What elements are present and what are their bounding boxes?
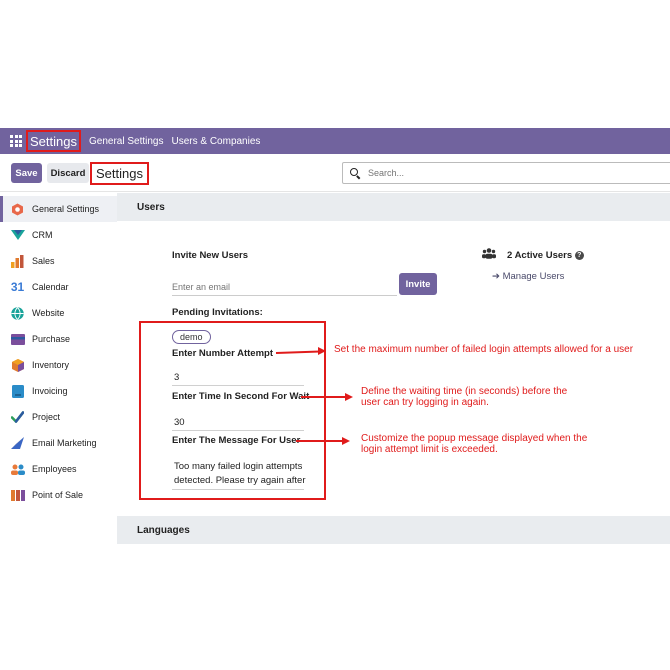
sidebar-item-label: General Settings bbox=[32, 204, 100, 214]
invoicing-icon bbox=[10, 384, 25, 398]
attempt-field-underline bbox=[172, 385, 304, 386]
sidebar-item-label: Invoicing bbox=[32, 386, 68, 396]
sidebar-item-label: Inventory bbox=[32, 360, 70, 370]
crm-icon bbox=[10, 229, 25, 242]
section-heading-languages: Languages bbox=[117, 516, 670, 544]
message-label: Enter The Message For User bbox=[172, 435, 301, 446]
wait-field-underline bbox=[172, 430, 304, 431]
sidebar-item-label: Employees bbox=[32, 464, 77, 474]
employees-icon bbox=[10, 463, 25, 476]
sidebar-item-label: Purchase bbox=[32, 334, 71, 344]
search-box[interactable] bbox=[342, 162, 670, 184]
annotation-arrowhead-attempt bbox=[318, 347, 326, 355]
project-icon bbox=[10, 411, 25, 424]
sidebar-item-label: Sales bbox=[32, 256, 55, 266]
sidebar-item-invoicing[interactable]: Invoicing bbox=[0, 378, 117, 404]
sidebar-item-purchase[interactable]: Purchase bbox=[0, 326, 117, 352]
sidebar-item-crm[interactable]: CRM bbox=[0, 222, 117, 248]
users-icon bbox=[482, 248, 496, 259]
sidebar-item-project[interactable]: Project bbox=[0, 404, 117, 430]
sidebar-item-label: Project bbox=[32, 412, 61, 422]
apps-menu-icon[interactable] bbox=[10, 135, 22, 147]
invite-button[interactable]: Invite bbox=[399, 273, 437, 295]
sidebar-item-employees[interactable]: Employees bbox=[0, 456, 117, 482]
settings-sidebar: General Settings CRM Sales 31 Calendar W… bbox=[0, 193, 117, 543]
help-icon[interactable]: ? bbox=[574, 250, 584, 260]
sidebar-item-sales[interactable]: Sales bbox=[0, 248, 117, 274]
section-heading-users: Users bbox=[117, 193, 670, 221]
sidebar-item-label: Point of Sale bbox=[32, 490, 84, 500]
sidebar-item-point-of-sale[interactable]: Point of Sale bbox=[0, 482, 117, 508]
attempt-value[interactable]: 3 bbox=[174, 372, 179, 383]
settings-main: Users Invite New Users Invite Pending In… bbox=[117, 193, 670, 544]
invite-email-input[interactable] bbox=[172, 278, 397, 296]
message-value-line2[interactable]: detected. Please try again after bbox=[174, 475, 306, 486]
wait-time-label: Enter Time In Second For Wait bbox=[172, 391, 310, 402]
top-navbar: Settings General Settings Users & Compan… bbox=[0, 128, 670, 154]
sidebar-item-inventory[interactable]: Inventory bbox=[0, 352, 117, 378]
wait-time-value[interactable]: 30 bbox=[174, 417, 185, 428]
breadcrumb: Settings bbox=[90, 162, 149, 185]
app-title[interactable]: Settings bbox=[26, 130, 81, 152]
point-of-sale-icon bbox=[10, 489, 25, 502]
sidebar-item-label: CRM bbox=[32, 230, 53, 240]
annotation-arrowhead-message bbox=[342, 437, 350, 445]
manage-users-link[interactable]: ➔ Manage Users bbox=[492, 271, 564, 282]
sidebar-item-website[interactable]: Website bbox=[0, 300, 117, 326]
calendar-icon: 31 bbox=[10, 280, 25, 294]
control-panel: Save Discard Settings bbox=[0, 154, 670, 192]
website-icon bbox=[10, 306, 25, 320]
sidebar-item-label: Calendar bbox=[32, 282, 69, 292]
annotation-message: Customize the popup message displayed wh… bbox=[361, 433, 588, 455]
annotation-wait: Define the waiting time (in seconds) bef… bbox=[361, 386, 568, 408]
email-marketing-icon bbox=[10, 437, 25, 450]
active-users-count[interactable]: 2 Active Users ? bbox=[507, 250, 584, 261]
save-button[interactable]: Save bbox=[11, 163, 42, 183]
arrow-right-icon: ➔ bbox=[492, 271, 500, 282]
search-icon bbox=[350, 168, 360, 178]
message-value-line1[interactable]: Too many failed login attempts bbox=[174, 461, 302, 472]
purchase-icon bbox=[10, 333, 25, 346]
pending-invitations-label: Pending Invitations: bbox=[172, 307, 263, 318]
sidebar-item-email-marketing[interactable]: Email Marketing bbox=[0, 430, 117, 456]
annotation-arrowhead-wait bbox=[345, 393, 353, 401]
inventory-icon bbox=[10, 358, 25, 372]
sidebar-item-general-settings[interactable]: General Settings bbox=[0, 196, 117, 222]
attempt-label: Enter Number Attempt bbox=[172, 348, 273, 359]
message-field-underline bbox=[172, 489, 304, 490]
annotation-attempt: Set the maximum number of failed login a… bbox=[334, 344, 634, 355]
sidebar-item-calendar[interactable]: 31 Calendar bbox=[0, 274, 117, 300]
sidebar-item-label: Email Marketing bbox=[32, 438, 97, 448]
sidebar-item-label: Website bbox=[32, 308, 65, 318]
sales-icon bbox=[10, 254, 25, 268]
nav-users-companies[interactable]: Users & Companies bbox=[171, 136, 260, 147]
annotation-arrow-message bbox=[296, 440, 344, 442]
invite-users-label: Invite New Users bbox=[172, 250, 249, 261]
nav-general-settings[interactable]: General Settings bbox=[89, 136, 164, 147]
general-settings-icon bbox=[10, 203, 25, 216]
annotation-arrow-wait bbox=[301, 396, 347, 398]
discard-button[interactable]: Discard bbox=[47, 163, 89, 183]
search-input[interactable] bbox=[368, 168, 628, 178]
